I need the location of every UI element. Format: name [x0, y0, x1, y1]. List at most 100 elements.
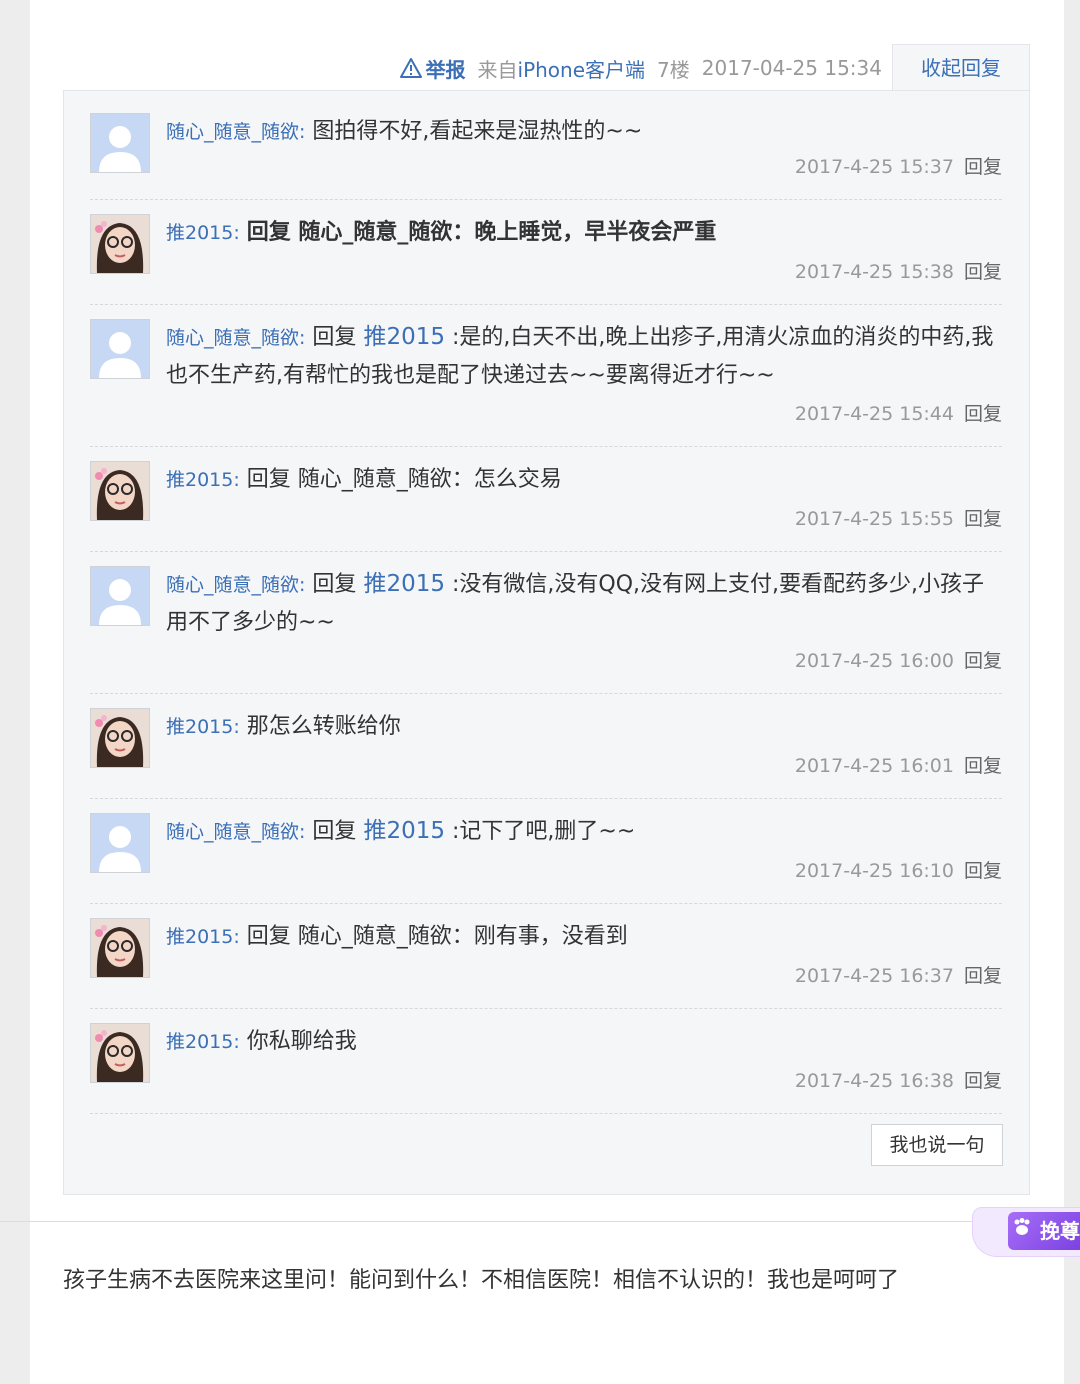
reply-panel: 随心_随意_随欲: 图拍得不好,看起来是湿热性的~~ 2017-4-25 15:3…	[63, 90, 1030, 1195]
reply-footer: 2017-4-25 16:38 回复	[795, 1066, 1002, 1096]
next-post-content: 孩子生病不去医院来这里问！能问到什么！不相信医院！相信不认识的！我也是呵呵了	[63, 1268, 900, 1293]
user-avatar-photo[interactable]	[90, 708, 150, 768]
post-meta-line: 举报 来自 iPhone客户端 7楼 2017-04-25 15:34	[399, 54, 882, 83]
reply-username[interactable]: 推2015	[166, 469, 233, 491]
post-divider	[0, 1221, 1064, 1222]
username-colon: :	[233, 926, 240, 948]
reply-list: 随心_随意_随欲: 图拍得不好,看起来是湿热性的~~ 2017-4-25 15:3…	[90, 113, 1002, 1114]
reply-text: 回复 随心_随意_随欲：怎么交易	[246, 467, 562, 492]
reply-action-link[interactable]: 回复	[964, 156, 1002, 178]
reply-action-link[interactable]: 回复	[964, 860, 1002, 882]
reply-time: 2017-4-25 15:44	[794, 403, 954, 425]
reply-time: 2017-4-25 16:10	[794, 860, 954, 882]
user-avatar-default[interactable]	[90, 566, 150, 626]
reply-content: 随心_随意_随欲: 回复 推2015 :是的,白天不出,晚上出疹子,用清火凉血的…	[166, 319, 998, 394]
reply-text: 图拍得不好,看起来是湿热性的~~	[312, 119, 643, 144]
reply-time: 2017-4-25 16:00	[794, 650, 954, 672]
reply-word: 回复	[312, 572, 357, 597]
reply-username[interactable]: 随心_随意_随欲	[166, 574, 299, 596]
username-colon: :	[233, 1031, 240, 1053]
report-label: 举报	[425, 57, 466, 82]
reply-item: 推2015: 那怎么转账给你 2017-4-25 16:01 回复	[90, 694, 1002, 799]
reply-username[interactable]: 推2015	[166, 1031, 233, 1053]
reply-footer: 2017-4-25 15:55 回复	[795, 504, 1002, 534]
post-time: 2017-04-25 15:34	[701, 56, 882, 80]
reply-item: 推2015: 回复 随心_随意_随欲：晚上睡觉，早半夜会严重 2017-4-25 …	[90, 200, 1002, 305]
reply-target-user[interactable]: 推2015	[363, 571, 445, 597]
username-colon: :	[233, 222, 240, 244]
reply-footer: 2017-4-25 15:38 回复	[795, 257, 1002, 287]
reply-content: 推2015: 回复 随心_随意_随欲：怎么交易	[166, 461, 998, 499]
user-avatar-photo[interactable]	[90, 214, 150, 274]
reply-content: 随心_随意_随欲: 图拍得不好,看起来是湿热性的~~	[166, 113, 998, 151]
report-link[interactable]: 举报	[399, 54, 466, 83]
reply-username[interactable]: 随心_随意_随欲	[166, 821, 299, 843]
reply-footer: 2017-4-25 16:37 回复	[795, 961, 1002, 991]
reply-item: 随心_随意_随欲: 图拍得不好,看起来是湿热性的~~ 2017-4-25 15:3…	[90, 113, 1002, 200]
user-avatar-photo[interactable]	[90, 918, 150, 978]
reply-action-link[interactable]: 回复	[964, 508, 1002, 530]
username-colon: :	[299, 574, 306, 596]
reply-username[interactable]: 推2015	[166, 926, 233, 948]
reply-content: 随心_随意_随欲: 回复 推2015 :没有微信,没有QQ,没有网上支付,要看配…	[166, 566, 998, 641]
reply-username[interactable]: 随心_随意_随欲	[166, 121, 299, 143]
reply-content: 推2015: 回复 随心_随意_随欲：刚有事，没看到	[166, 918, 998, 956]
reply-action-link[interactable]: 回复	[964, 650, 1002, 672]
reply-text: 那怎么转账给你	[246, 714, 401, 739]
reply-item: 推2015: 回复 随心_随意_随欲：怎么交易 2017-4-25 15:55 回复	[90, 447, 1002, 552]
username-colon: :	[299, 121, 306, 143]
reply-time: 2017-4-25 16:01	[794, 755, 954, 777]
reply-action-link[interactable]: 回复	[964, 261, 1002, 283]
reply-text: :记下了吧,删了~~	[451, 819, 636, 844]
reply-text: 回复 随心_随意_随欲：晚上睡觉，早半夜会严重	[246, 220, 717, 245]
reply-text: 回复 随心_随意_随欲：刚有事，没看到	[246, 924, 628, 949]
reply-footer: 2017-4-25 16:01 回复	[795, 751, 1002, 781]
reply-target-user[interactable]: 推2015	[363, 324, 445, 350]
reply-username[interactable]: 随心_随意_随欲	[166, 327, 299, 349]
username-colon: :	[233, 469, 240, 491]
reply-item: 推2015: 你私聊给我 2017-4-25 16:38 回复	[90, 1009, 1002, 1114]
reply-action-link[interactable]: 回复	[964, 965, 1002, 987]
reply-time: 2017-4-25 16:37	[794, 965, 954, 987]
reply-footer: 2017-4-25 16:00 回复	[795, 646, 1002, 676]
reply-time: 2017-4-25 15:38	[794, 261, 954, 283]
reply-content: 推2015: 回复 随心_随意_随欲：晚上睡觉，早半夜会严重	[166, 214, 998, 252]
reply-username[interactable]: 推2015	[166, 222, 233, 244]
reply-content: 推2015: 那怎么转账给你	[166, 708, 998, 746]
source-client-link[interactable]: iPhone客户端	[518, 54, 646, 83]
post-meta-bar: 举报 来自 iPhone客户端 7楼 2017-04-25 15:34 收起回复	[30, 44, 1030, 91]
reply-time: 2017-4-25 16:38	[794, 1070, 954, 1092]
reply-word: 回复	[312, 819, 357, 844]
user-avatar-default[interactable]	[90, 319, 150, 379]
say-something-button[interactable]: 我也说一句	[871, 1124, 1003, 1166]
user-avatar-default[interactable]	[90, 813, 150, 873]
user-avatar-default[interactable]	[90, 113, 150, 173]
reply-word: 回复	[312, 325, 357, 350]
warning-icon	[399, 58, 422, 78]
reply-text: 你私聊给我	[246, 1029, 357, 1054]
reply-item: 随心_随意_随欲: 回复 推2015 :记下了吧,删了~~ 2017-4-25 1…	[90, 799, 1002, 904]
user-avatar-photo[interactable]	[90, 461, 150, 521]
source-prefix: 来自	[477, 57, 518, 82]
reply-item: 随心_随意_随欲: 回复 推2015 :是的,白天不出,晚上出疹子,用清火凉血的…	[90, 305, 1002, 447]
reply-time: 2017-4-25 15:37	[794, 156, 954, 178]
reply-username[interactable]: 推2015	[166, 716, 233, 738]
reply-footer: 2017-4-25 16:10 回复	[795, 856, 1002, 886]
reply-action-link[interactable]: 回复	[964, 755, 1002, 777]
reply-footer: 2017-4-25 15:44 回复	[795, 399, 1002, 429]
username-colon: :	[299, 327, 306, 349]
floor-number: 7楼	[657, 57, 690, 82]
username-colon: :	[299, 821, 306, 843]
reply-footer: 2017-4-25 15:37 回复	[795, 152, 1002, 182]
reply-action-link[interactable]: 回复	[964, 403, 1002, 425]
reply-time: 2017-4-25 15:55	[794, 508, 954, 530]
wanzun-badge[interactable]: 挽尊	[972, 1207, 1080, 1259]
reply-content: 随心_随意_随欲: 回复 推2015 :记下了吧,删了~~	[166, 813, 998, 851]
reply-item: 随心_随意_随欲: 回复 推2015 :没有微信,没有QQ,没有网上支付,要看配…	[90, 552, 1002, 694]
user-avatar-photo[interactable]	[90, 1023, 150, 1083]
paw-icon	[1014, 1218, 1030, 1235]
thread-page: 举报 来自 iPhone客户端 7楼 2017-04-25 15:34 收起回复…	[0, 0, 1080, 1384]
reply-action-link[interactable]: 回复	[964, 1070, 1002, 1092]
collapse-replies-button[interactable]: 收起回复	[892, 44, 1030, 91]
reply-target-user[interactable]: 推2015	[363, 818, 445, 844]
